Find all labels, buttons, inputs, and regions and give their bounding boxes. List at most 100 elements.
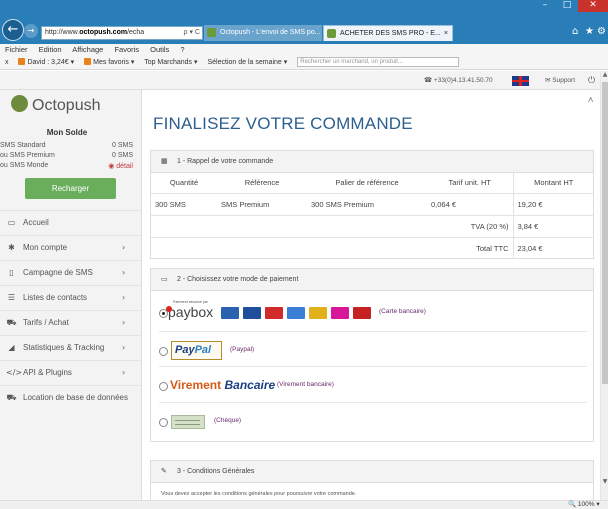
nav-item-mon-compte[interactable]: ✱ Mon compte › [0,235,141,259]
nav-item-tarifs-achat[interactable]: ⛟ Tarifs / Achat › [0,310,141,334]
menu-edition[interactable]: Edition [39,45,62,54]
section-title: 2 - Choisissez votre mode de paiement [177,276,299,283]
payment-radio-paypal[interactable] [159,347,168,356]
nav-label: API & Plugins [23,368,72,377]
scroll-down-arrow-icon[interactable]: ▼ [601,478,608,487]
chevron-right-icon: › [122,368,126,377]
recharge-button[interactable]: Recharger [25,178,116,199]
uk-flag-icon[interactable] [512,76,529,86]
nav-item-listes-contacts[interactable]: ☰ Listes de contacts › [0,285,141,309]
address-controls[interactable]: ρ ▾ C [184,27,200,39]
monitor-icon: ▭ [7,218,16,227]
total-row: Total TTC 23,04 € [151,237,594,259]
tab-close-icon[interactable]: × [444,26,448,41]
nav-item-campagne-sms[interactable]: ▯ Campagne de SMS › [0,260,141,284]
balance-label: SMS Standard [0,142,46,149]
menu-fichier[interactable]: Fichier [5,45,28,54]
tab-octopush[interactable]: Octopush - L'envoi de SMS po... [204,25,322,41]
payment-option-virement[interactable]: Virement Bancaire (Virement bancaire) [159,376,419,396]
column-header: Palier de référence [307,172,427,194]
sidebar: Octopush Mon Solde SMS Standard 0 SMS ou… [0,90,142,500]
address-prefix: http://www. [45,29,80,36]
nav-item-statistiques[interactable]: ◢ Statistiques & Tracking › [0,335,141,359]
star-icon[interactable]: ★ [585,26,594,37]
order-table: Quantité Référence Palier de référence T… [151,172,594,259]
paypal-logo: PayPal [171,341,222,360]
code-icon: </> [6,368,23,377]
payment-label: (Chèque) [214,417,242,424]
cart-icon: ⛟ [6,393,17,402]
favorites-bar: x David : 3,24€ ▾ Mes favoris ▾ Top Marc… [0,56,608,70]
tva-value: 3,84 € [512,215,594,238]
table-cell: SMS Premium [217,193,307,216]
table-cell: 0,064 € [427,193,513,216]
tva-label: TVA (20 %) [151,215,513,238]
divider [159,402,587,403]
forward-button[interactable]: → [24,24,38,38]
card-brand-icon [287,307,305,319]
paypal-logo-b: Pal [194,344,212,356]
detail-link[interactable]: ◉ détail [108,162,133,170]
virement-logo-a: Virement [170,378,222,392]
nav-label: Location de base de données [23,393,128,402]
nav-item-accueil[interactable]: ▭ Accueil [0,210,141,234]
tab-acheter-sms[interactable]: ACHETER DES SMS PRO - E... × [323,25,453,41]
scroll-up-arrow-icon[interactable]: ▲ [601,71,608,80]
card-brand-icon [309,307,327,319]
menu-affichage[interactable]: Affichage [72,45,103,54]
fav-mes-favoris[interactable]: Mes favoris ▾ [84,58,134,66]
nav-item-api-plugins[interactable]: </>API & Plugins › [0,360,141,384]
main-content: FINALISEZ VOTRE COMMANDE ▦ 1 - Rappel de … [143,90,600,500]
window-close-button[interactable]: ✕ [578,0,608,12]
gear-icon[interactable]: ⚙ [597,26,606,37]
back-button[interactable]: ← [2,19,24,41]
table-cell: 19,20 € [512,193,594,216]
balance-value: 0 SMS [111,142,133,149]
list-icon: ☰ [7,293,16,302]
octopush-logo[interactable]: Octopush [11,95,100,115]
browser-titlebar: ← → http://www.octopush.com/echa ρ ▾ C O… [0,0,608,44]
column-header: Montant HT [512,172,594,194]
balance-label: ou SMS Monde [0,162,49,169]
page-scrollbar[interactable]: ▲ ▼ [600,71,608,500]
address-domain: octopush.com [79,29,128,36]
virement-logo: Virement Bancaire [170,378,275,392]
support-link[interactable]: ✉ Support [545,71,575,90]
favbar-close-button[interactable]: x [5,59,9,66]
total-value: 23,04 € [512,237,594,259]
fav-top-marchands[interactable]: Top Marchands ▾ [144,59,197,66]
account-menu[interactable]: David : 3,24€ ▾ [18,58,74,66]
payment-radio-cheque[interactable] [159,418,168,427]
payment-header: ▭ 2 - Choisissez votre mode de paiement [151,269,593,291]
menu-favoris[interactable]: Favoris [114,45,139,54]
nav-item-location-base[interactable]: ⛟ Location de base de données [0,385,141,409]
payment-option-cheque[interactable]: (Chèque) [159,412,309,432]
nav-label: Mon compte [23,243,68,252]
merchant-search-input[interactable]: Rechercher un marchand, un produit... [297,57,460,67]
fav-selection-semaine[interactable]: Sélection de la semaine ▾ [207,59,287,66]
zoom-level[interactable]: 🔍 100% ▾ [568,501,600,509]
payment-radio-virement[interactable] [159,382,168,391]
window-minimize-button[interactable]: – [534,0,556,12]
window-maximize-button[interactable]: □ [556,0,578,12]
address-bar[interactable]: http://www.octopush.com/echa ρ ▾ C [41,26,203,40]
home-icon[interactable]: ⌂ [572,26,578,37]
scroll-thumb[interactable] [602,82,608,384]
chevron-right-icon: › [122,318,126,327]
section-title: 3 - Conditions Générales [177,468,255,475]
paypal-logo-a: Pay [175,344,195,356]
menu-outils[interactable]: Outils [150,45,169,54]
menu-help[interactable]: ? [180,45,184,54]
octopus-logo-icon [11,95,28,112]
payment-label: (Carte bancaire) [379,308,426,315]
chevron-right-icon: › [122,243,126,252]
octopush-favicon-icon [207,28,216,37]
card-brand-icon [243,307,261,319]
phone-number: ☎ +33(0)4.13.41.50.70 [424,77,493,84]
payment-option-card[interactable]: Paiement sécurisé par paybox (Carte banc… [159,300,579,323]
table-cell: 300 SMS [151,193,217,216]
nav-label: Accueil [23,218,49,227]
chevron-right-icon: › [122,343,126,352]
payment-option-paypal[interactable]: PayPal (Paypal) [159,341,359,361]
pencil-icon: ✎ [161,467,167,475]
